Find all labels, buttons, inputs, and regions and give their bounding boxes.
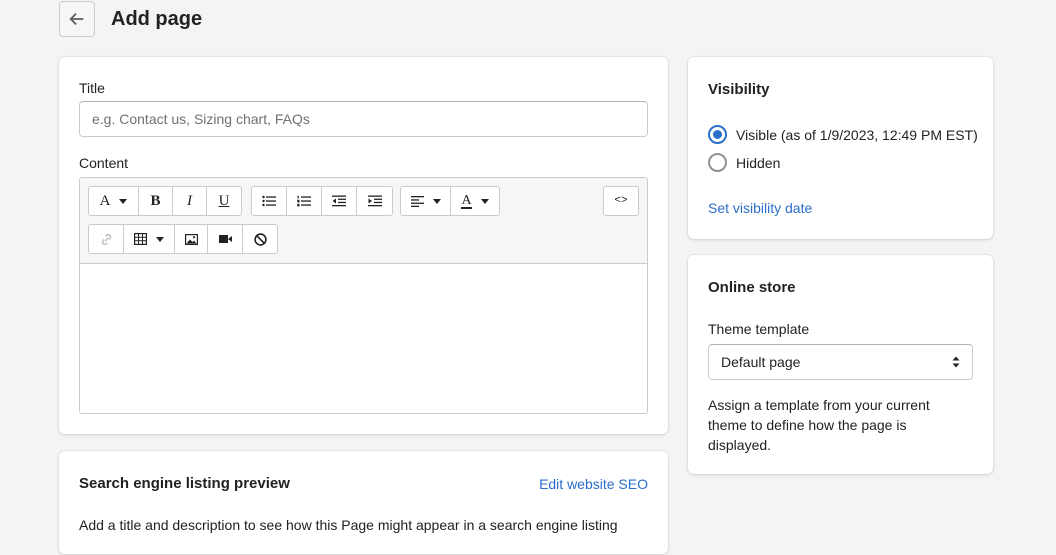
title-label: Title <box>79 80 105 96</box>
arrow-left-icon <box>69 12 84 26</box>
chevron-down-icon <box>480 198 489 204</box>
bullet-list-icon <box>262 195 276 207</box>
rich-text-editor: A B I U A <> <box>79 177 648 414</box>
visible-option[interactable]: Visible (as of 1/9/2023, 12:49 PM EST) <box>708 125 978 144</box>
theme-template-select[interactable]: Default page <box>708 344 973 380</box>
clear-formatting-icon <box>253 232 267 246</box>
hidden-option[interactable]: Hidden <box>708 153 780 172</box>
font-style-dropdown[interactable]: A <box>89 187 139 215</box>
title-input[interactable] <box>79 101 648 137</box>
numbered-list-button[interactable] <box>287 187 322 215</box>
visible-label: Visible (as of 1/9/2023, 12:49 PM EST) <box>736 126 978 143</box>
seo-card-title: Search engine listing preview <box>79 475 290 492</box>
link-icon <box>101 233 111 245</box>
clear-formatting-button[interactable] <box>243 225 277 253</box>
italic-icon: I <box>187 192 192 209</box>
numbered-list-icon <box>297 195 311 207</box>
video-icon <box>218 235 232 243</box>
outdent-button[interactable] <box>322 187 357 215</box>
format-group: A <box>400 186 500 216</box>
bullet-list-button[interactable] <box>252 187 287 215</box>
table-icon <box>134 233 147 245</box>
edit-seo-link[interactable]: Edit website SEO <box>539 476 648 492</box>
hidden-label: Hidden <box>736 154 781 171</box>
chevron-down-icon <box>432 198 441 204</box>
bold-icon: B <box>150 192 161 209</box>
select-arrows-icon <box>952 356 960 368</box>
page-title: Add page <box>111 8 203 30</box>
insert-group <box>88 224 278 254</box>
theme-template-label: Theme template <box>708 321 810 337</box>
show-html-button[interactable]: <> <box>604 187 638 215</box>
indent-button[interactable] <box>357 187 392 215</box>
theme-template-help: Assign a template from your current them… <box>708 397 930 453</box>
text-color-dropdown[interactable]: A <box>451 187 499 215</box>
insert-link-button[interactable] <box>89 225 124 253</box>
visibility-card: Visibility Visible (as of 1/9/2023, 12:4… <box>688 57 993 239</box>
page-details-card: Title Content A B I U <box>59 57 668 434</box>
visibility-title: Visibility <box>708 81 770 98</box>
seo-description: Add a title and description to see how t… <box>79 517 618 533</box>
insert-image-button[interactable] <box>175 225 208 253</box>
set-visibility-date-link[interactable]: Set visibility date <box>708 200 812 216</box>
outdent-icon <box>332 195 346 207</box>
content-label: Content <box>79 155 129 171</box>
content-editor-area[interactable] <box>80 264 647 413</box>
align-dropdown[interactable] <box>401 187 451 215</box>
chevron-down-icon <box>156 236 164 242</box>
bold-button[interactable]: B <box>139 187 173 215</box>
align-left-icon <box>410 196 424 207</box>
online-store-card: Online store Theme template Default page… <box>688 255 993 474</box>
chevron-down-icon <box>119 198 128 204</box>
hidden-radio[interactable] <box>708 153 727 172</box>
text-color-icon: A <box>461 192 472 209</box>
code-group: <> <box>603 186 639 216</box>
indent-icon <box>367 195 382 207</box>
underline-button[interactable]: U <box>207 187 241 215</box>
insert-table-dropdown[interactable] <box>124 225 175 253</box>
back-button[interactable] <box>59 1 95 37</box>
font-icon: A <box>99 192 111 209</box>
text-style-group: A B I U <box>88 186 242 216</box>
theme-template-value: Default page <box>721 354 801 370</box>
code-icon: <> <box>614 195 628 207</box>
underline-icon: U <box>218 192 230 209</box>
visible-radio[interactable] <box>708 125 727 144</box>
insert-video-button[interactable] <box>208 225 243 253</box>
editor-toolbar: A B I U A <> <box>80 178 647 264</box>
italic-button[interactable]: I <box>173 187 207 215</box>
seo-preview-card: Search engine listing preview Edit websi… <box>59 451 668 554</box>
list-group <box>251 186 393 216</box>
online-store-title: Online store <box>708 279 796 296</box>
image-icon <box>184 233 198 245</box>
